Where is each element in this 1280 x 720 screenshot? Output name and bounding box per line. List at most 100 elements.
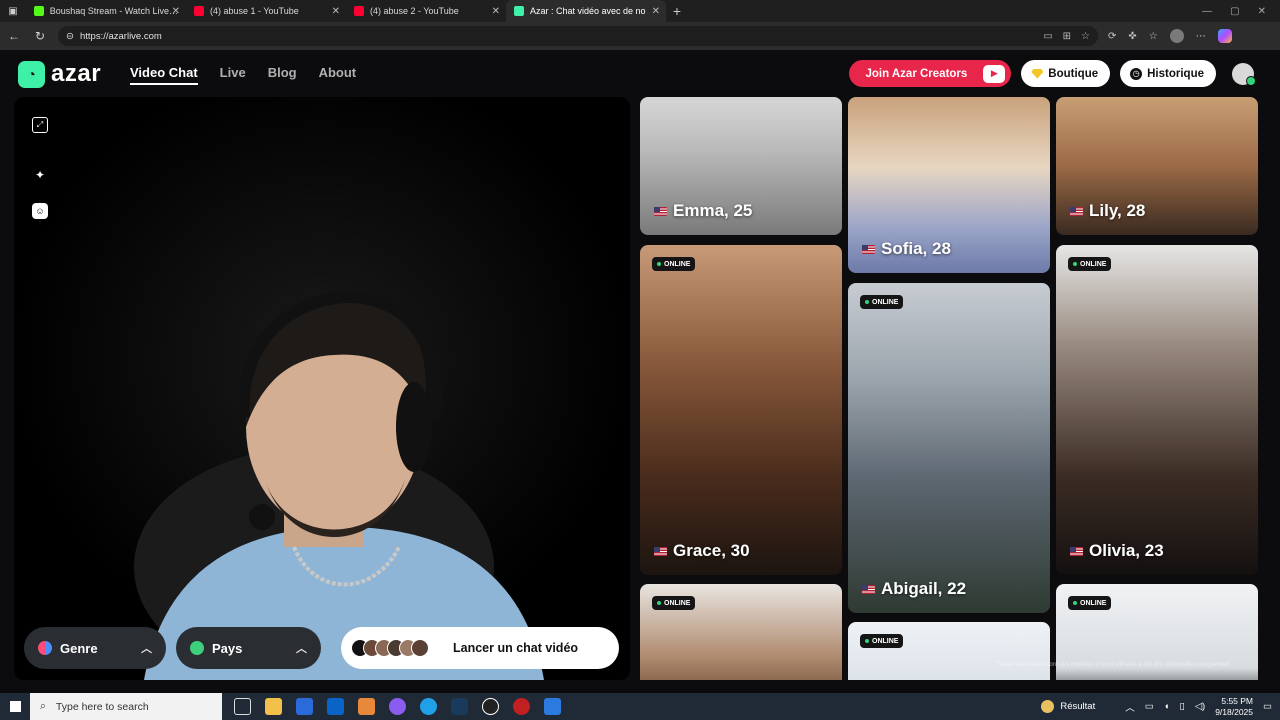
logo-text: azar — [51, 60, 102, 87]
creators-label: Join Azar Creators — [865, 67, 968, 80]
steam-icon[interactable] — [451, 698, 468, 715]
search-placeholder: Type here to search — [55, 700, 149, 713]
browser-tab-2[interactable]: (4) abuse 1 - YouTube ✕ — [186, 0, 346, 22]
profile-card[interactable]: ONLINE — [848, 622, 1050, 680]
close-window-icon[interactable]: ✕ — [1258, 6, 1266, 17]
genre-label: Genre — [60, 640, 98, 656]
tab-title: Boushaq Stream - Watch Live on — [49, 6, 178, 16]
task-view-icon[interactable] — [234, 698, 251, 715]
webcam-person-image — [14, 97, 630, 680]
browser-toolbar: ⟳ ✜ ☆ ⋯ — [1108, 29, 1232, 43]
outlook-icon[interactable] — [327, 698, 344, 715]
mic-icon[interactable]: ◖ — [1164, 701, 1170, 712]
record-icon[interactable] — [513, 698, 530, 715]
browser-tab-3[interactable]: (4) abuse 2 - YouTube ✕ — [346, 0, 506, 22]
url-text: https://azarlive.com — [79, 30, 162, 42]
profile-name-text: Lily, 28 — [1089, 201, 1146, 220]
launch-label: Lancer un chat vidéo — [453, 641, 579, 655]
display-icon[interactable]: ▯ — [1179, 701, 1184, 712]
join-creators-button[interactable]: Join Azar Creators ▶ — [849, 60, 1012, 87]
date-text: 9/18/2025 — [1215, 706, 1254, 717]
us-flag-icon — [654, 206, 667, 216]
history-button[interactable]: ◷ Historique — [1120, 60, 1216, 87]
youtube-favicon-icon — [194, 6, 204, 16]
search-icon: ⌕ — [40, 700, 46, 712]
us-flag-icon — [1070, 206, 1083, 216]
back-icon[interactable]: ← — [6, 28, 22, 44]
clock[interactable]: 5:55 PM 9/18/2025 — [1215, 696, 1253, 718]
nav-video-chat[interactable]: Video Chat — [130, 65, 198, 85]
azar-logo[interactable]: ◔ azar — [18, 60, 101, 88]
boutique-label: Boutique — [1048, 67, 1099, 80]
start-button[interactable] — [0, 693, 30, 720]
start-video-chat-button[interactable]: Lancer un chat vidéo — [341, 627, 619, 669]
profile-card[interactable]: ONLINE Olivia, 23 — [1056, 245, 1258, 575]
nav-about[interactable]: About — [319, 65, 357, 85]
genre-filter-button[interactable]: Genre ︿ — [24, 627, 166, 669]
tab-actions-icon[interactable]: ▣ — [0, 0, 26, 22]
copilot-icon[interactable] — [1217, 29, 1232, 43]
profile-card[interactable]: Emma, 25 — [640, 97, 842, 235]
close-tab-icon[interactable]: ✕ — [172, 6, 180, 17]
close-tab-icon[interactable]: ✕ — [332, 6, 340, 17]
nav-live[interactable]: Live — [220, 65, 246, 85]
profile-card[interactable]: Sofia, 28 — [848, 97, 1050, 273]
favorite-star-icon[interactable]: ☆ — [1081, 31, 1090, 42]
header-actions: Join Azar Creators ▶ Boutique ◷ Historiq… — [849, 60, 1256, 87]
profile-card[interactable]: ONLINE Abigail, 22 — [848, 283, 1050, 613]
volume-icon[interactable]: ◁) — [1195, 701, 1205, 712]
maximize-icon[interactable]: ▢ — [1230, 6, 1239, 17]
close-tab-icon[interactable]: ✕ — [652, 6, 660, 17]
profile-card[interactable]: ONLINE Grace, 30 — [640, 245, 842, 575]
window-controls: — ▢ ✕ — [1202, 6, 1280, 17]
country-filter-button[interactable]: Pays ︿ — [176, 627, 321, 669]
profile-card[interactable]: Lily, 28 — [1056, 97, 1258, 235]
site-info-icon[interactable]: ⊝ — [66, 31, 74, 42]
profile-name-text: Emma, 25 — [673, 201, 753, 220]
obs-icon[interactable] — [482, 698, 499, 715]
nav-blog[interactable]: Blog — [268, 65, 297, 85]
discord-icon[interactable] — [389, 698, 406, 715]
minimize-icon[interactable]: — — [1202, 6, 1212, 17]
online-badge: ONLINE — [860, 295, 904, 309]
expand-icon[interactable]: ⤢ — [32, 117, 48, 133]
app-icon[interactable] — [544, 698, 561, 715]
app-icon[interactable] — [358, 698, 375, 715]
boutique-button[interactable]: Boutique — [1021, 60, 1111, 87]
url-actions: ▭ ⊞ ☆ — [1043, 31, 1090, 42]
profile-card[interactable]: ONLINE — [640, 584, 842, 680]
browser-tab-1[interactable]: Boushaq Stream - Watch Live on ✕ — [26, 0, 186, 22]
edge-icon[interactable] — [420, 698, 437, 715]
online-badge: ONLINE — [1068, 596, 1112, 610]
windows-taskbar: ⌕ Type here to search Résultat ︿ ▭ ◖ ▯ ◁… — [0, 693, 1280, 720]
refresh-icon[interactable]: ↻ — [32, 28, 48, 44]
taskbar-search[interactable]: ⌕ Type here to search — [30, 693, 222, 720]
url-field[interactable]: ⊝ https://azarlive.com ▭ ⊞ ☆ — [58, 26, 1098, 46]
kick-favicon-icon — [34, 6, 44, 16]
network-icon[interactable]: ▭ — [1145, 701, 1154, 712]
notification-icon[interactable]: ▭ — [1263, 701, 1272, 712]
chevron-up-icon[interactable]: ︿ — [1125, 700, 1135, 714]
puzzle-icon[interactable]: ✜ — [1128, 31, 1136, 42]
us-flag-icon — [1070, 546, 1083, 556]
new-tab-button[interactable]: + — [666, 3, 688, 19]
file-explorer-icon[interactable] — [265, 698, 282, 715]
face-mask-icon[interactable]: ☺ — [32, 203, 48, 219]
close-tab-icon[interactable]: ✕ — [492, 6, 500, 17]
user-avatar-icon[interactable] — [1232, 62, 1256, 86]
site-header: ◔ azar Video Chat Live Blog About Join A… — [0, 50, 1280, 96]
avatar — [411, 639, 429, 657]
apps-icon[interactable]: ⊞ — [1063, 31, 1071, 42]
weather-widget[interactable]: Résultat — [1041, 700, 1095, 713]
store-icon[interactable] — [296, 698, 313, 715]
browser-tab-4[interactable]: Azar : Chat vidéo avec de no ✕ — [506, 0, 666, 22]
weather-icon — [1041, 700, 1055, 713]
collections-icon[interactable]: ☆ — [1149, 31, 1158, 42]
profile-name-text: Sofia, 28 — [881, 239, 951, 258]
more-menu-icon[interactable]: ⋯ — [1196, 31, 1206, 42]
pinned-apps — [222, 698, 561, 715]
profile-icon[interactable] — [1169, 29, 1184, 43]
cast-icon[interactable]: ▭ — [1043, 31, 1052, 42]
extensions-icon[interactable]: ⟳ — [1108, 31, 1116, 42]
sparkle-effects-icon[interactable]: ✦ — [32, 167, 48, 183]
